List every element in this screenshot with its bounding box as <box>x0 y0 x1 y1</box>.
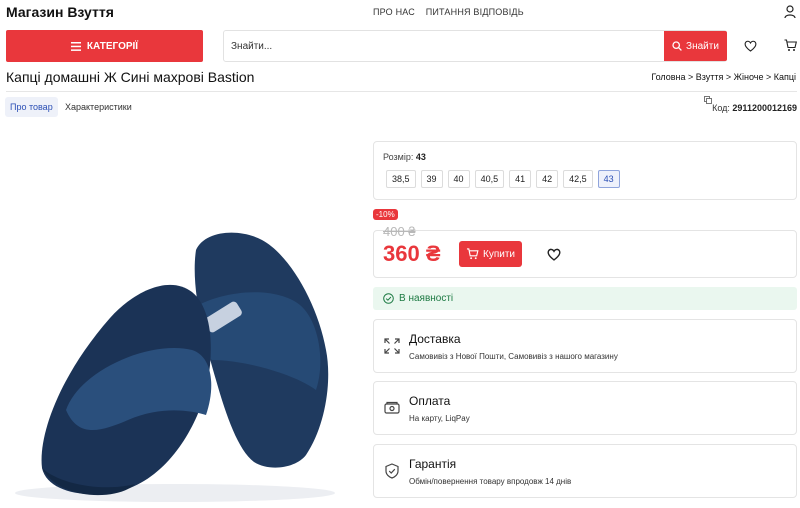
top-bar: Магазин Взуття ПРО НАС ПИТАННЯ ВІДПОВІДЬ <box>0 0 800 26</box>
categories-label: КАТЕГОРІЇ <box>86 40 139 52</box>
shield-icon <box>385 463 399 479</box>
size-option[interactable]: 40,5 <box>474 170 505 188</box>
stock-text: В наявності <box>399 293 454 304</box>
size-option[interactable]: 42,5 <box>563 170 593 188</box>
faq-link[interactable]: ПИТАННЯ ВІДПОВІДЬ <box>426 7 524 17</box>
delivery-text: Самовивіз з Нової Пошти, Самовивіз з наш… <box>409 352 618 361</box>
search-bar: Знайти <box>223 30 727 62</box>
categories-button[interactable]: КАТЕГОРІЇ <box>6 30 203 62</box>
divider <box>6 91 797 92</box>
buy-button[interactable]: Купити <box>459 241 522 267</box>
payment-card: Оплата На карту, LiqPay <box>373 381 797 435</box>
buy-button-label: Купити <box>483 248 515 260</box>
check-circle-icon <box>383 293 394 304</box>
size-label-text: Розмір: <box>383 152 414 162</box>
size-label: Розмір: 43 <box>383 152 426 162</box>
stock-status: В наявності <box>373 287 797 310</box>
delivery-title: Доставка <box>409 332 461 346</box>
search-icon <box>672 41 682 51</box>
about-link[interactable]: ПРО НАС <box>373 7 415 17</box>
selected-size: 43 <box>415 152 426 162</box>
wishlist-heart-icon[interactable] <box>744 40 757 52</box>
payment-title: Оплата <box>409 394 451 408</box>
guarantee-title: Гарантія <box>409 457 457 471</box>
size-selector: Розмір: 43 38,5 39 40 40,5 41 42 42,5 43 <box>373 141 797 200</box>
search-button-label: Знайти <box>686 40 719 52</box>
expand-icon <box>384 338 400 354</box>
user-icon[interactable] <box>784 5 796 19</box>
delivery-card: Доставка Самовивіз з Нової Пошти, Самови… <box>373 319 797 373</box>
shop-logo-text[interactable]: Магазин Взуття <box>6 4 114 20</box>
size-option-selected[interactable]: 43 <box>597 170 620 188</box>
menu-icon <box>70 41 81 51</box>
payment-text: На карту, LiqPay <box>409 414 470 423</box>
cart-icon[interactable] <box>784 39 797 52</box>
breadcrumb[interactable]: Головна > Взуття > Жіноче > Капці <box>651 72 796 82</box>
old-price: 400 ₴ <box>383 224 416 239</box>
copy-icon[interactable] <box>704 96 712 104</box>
cart-icon <box>466 248 479 260</box>
product-title: Капці домашні Ж Сині махрові Bastion <box>6 69 255 85</box>
top-links: ПРО НАС ПИТАННЯ ВІДПОВІДЬ <box>373 7 532 17</box>
size-option[interactable]: 41 <box>509 170 532 188</box>
search-button[interactable]: Знайти <box>664 31 727 61</box>
code-value: 2911200012169 <box>732 103 797 113</box>
size-option[interactable]: 42 <box>536 170 559 188</box>
size-option[interactable]: 39 <box>420 170 443 188</box>
size-options: 38,5 39 40 40,5 41 42 42,5 43 <box>386 170 620 188</box>
tab-about-product[interactable]: Про товар <box>5 97 58 117</box>
guarantee-card: Гарантія Обмін/повернення товару впродов… <box>373 444 797 498</box>
search-input[interactable] <box>224 31 664 61</box>
tab-specifications[interactable]: Характеристики <box>60 97 137 117</box>
guarantee-text: Обмін/повернення товару впродовж 14 днів <box>409 477 572 486</box>
current-price: 360 ₴ <box>383 241 441 266</box>
code-label: Код: <box>712 103 730 113</box>
size-option[interactable]: 38,5 <box>386 170 416 188</box>
size-option[interactable]: 40 <box>447 170 470 188</box>
add-to-wishlist-heart-icon[interactable] <box>547 248 561 261</box>
wallet-icon <box>384 401 400 414</box>
product-code: Код: 2911200012169 <box>712 103 797 113</box>
product-image[interactable] <box>0 210 360 508</box>
discount-badge: -10% <box>373 209 398 220</box>
